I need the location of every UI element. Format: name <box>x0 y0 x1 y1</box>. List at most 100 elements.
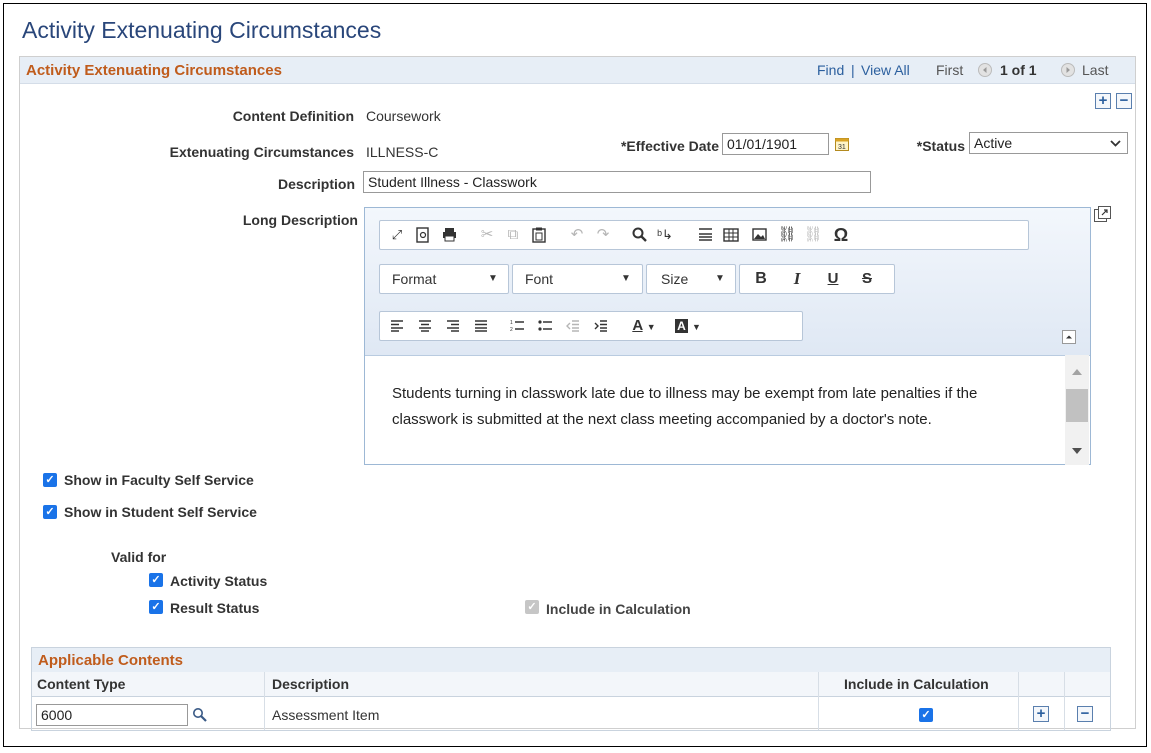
expand-icon[interactable] <box>1094 206 1111 223</box>
result-status-label: Result Status <box>170 600 260 616</box>
justify-icon[interactable] <box>468 312 494 340</box>
toolbar-row-3: 12 A ▼ A ▼ <box>379 311 803 341</box>
table-icon[interactable] <box>718 221 744 249</box>
status-label: *Status <box>916 138 965 154</box>
strikethrough-icon[interactable]: S <box>854 265 880 293</box>
background-color-icon[interactable]: A ▼ <box>668 312 708 340</box>
next-arrow-icon[interactable] <box>1061 63 1075 77</box>
bulleted-list-icon[interactable] <box>532 312 558 340</box>
description-label: Description <box>277 176 355 192</box>
italic-icon[interactable]: I <box>784 265 810 293</box>
result-status-checkbox[interactable]: ✓ <box>149 600 163 614</box>
add-row-icon[interactable]: + <box>1095 93 1111 109</box>
svg-text:1: 1 <box>510 320 513 326</box>
collapse-toolbar-icon[interactable] <box>1062 330 1076 344</box>
row-include-calculation-checkbox[interactable]: ✓ <box>919 708 933 722</box>
faculty-self-service-label: Show in Faculty Self Service <box>64 472 254 488</box>
align-center-icon[interactable] <box>412 312 438 340</box>
svg-text:2: 2 <box>510 327 513 332</box>
nav-separator: | <box>851 62 855 78</box>
text-style-group: B I U S <box>739 264 895 294</box>
view-all-link[interactable]: View All <box>861 62 910 78</box>
column-header-description[interactable]: Description <box>272 676 349 692</box>
editor-scrollbar[interactable] <box>1065 355 1089 465</box>
long-description-editor[interactable]: ⤢ ✂ ⧉ ↶ ↷ ᵇ↳ ⛓ ⛓ Ω Format ▼ Font ▼ Size … <box>364 207 1091 465</box>
grid-title-bar: Applicable Contents <box>32 648 1110 672</box>
align-left-icon[interactable] <box>384 312 410 340</box>
valid-for-label: Valid for <box>111 549 167 565</box>
bold-icon[interactable]: B <box>748 265 774 293</box>
link-icon[interactable]: ⛓ <box>774 221 800 249</box>
svg-text:31: 31 <box>838 144 846 151</box>
find-link[interactable]: Find <box>817 62 844 78</box>
editor-toolbar: ⤢ ✂ ⧉ ↶ ↷ ᵇ↳ ⛓ ⛓ Ω Format ▼ Font ▼ Size … <box>365 208 1090 356</box>
remove-row-icon[interactable]: − <box>1116 93 1132 109</box>
size-label: Size <box>661 271 689 287</box>
image-icon[interactable] <box>746 221 772 249</box>
print-icon[interactable] <box>436 221 462 249</box>
calendar-icon[interactable]: 31 <box>835 136 849 151</box>
preview-icon[interactable] <box>410 221 436 249</box>
undo-icon[interactable]: ↶ <box>564 221 590 249</box>
column-header-include-calculation[interactable]: Include in Calculation <box>844 676 989 692</box>
applicable-contents-grid: Applicable Contents Content Type Descrip… <box>31 647 1111 731</box>
cut-icon[interactable]: ✂ <box>474 221 500 249</box>
long-description-label: Long Description <box>242 212 358 228</box>
search-icon[interactable] <box>192 707 207 722</box>
size-combo[interactable]: Size ▼ <box>646 264 736 294</box>
first-link[interactable]: First <box>936 62 963 78</box>
activity-status-label: Activity Status <box>170 573 268 589</box>
grid-remove-row-icon[interactable]: − <box>1077 706 1093 722</box>
record-position: 1 of 1 <box>1000 62 1037 78</box>
grid-header: Content Type Description Include in Calc… <box>32 672 1110 697</box>
font-combo[interactable]: Font ▼ <box>512 264 643 294</box>
status-select[interactable]: Active <box>969 132 1128 154</box>
numbered-list-icon[interactable]: 12 <box>504 312 530 340</box>
row-description: Assessment Item <box>272 707 380 723</box>
include-calculation-checkbox: ✓ <box>525 600 539 614</box>
chevron-down-icon: ▼ <box>715 273 725 284</box>
student-self-service-label: Show in Student Self Service <box>64 504 257 520</box>
last-link[interactable]: Last <box>1082 62 1108 78</box>
activity-status-checkbox[interactable]: ✓ <box>149 573 163 587</box>
effective-date-input[interactable]: 01/01/1901 <box>722 133 829 155</box>
grid-add-row-icon[interactable]: + <box>1033 706 1049 722</box>
student-self-service-checkbox[interactable]: ✓ <box>43 505 57 519</box>
toolbar-row-1: ⤢ ✂ ⧉ ↶ ↷ ᵇ↳ ⛓ ⛓ Ω <box>379 220 1029 250</box>
include-calculation-label: Include in Calculation <box>546 601 691 617</box>
effective-date-label: *Effective Date <box>620 138 719 154</box>
editor-content[interactable]: Students turning in classwork late due t… <box>392 381 1042 433</box>
align-right-icon[interactable] <box>440 312 466 340</box>
page-title: Activity Extenuating Circumstances <box>22 17 382 43</box>
format-combo[interactable]: Format ▼ <box>379 264 509 294</box>
outdent-icon[interactable] <box>560 312 586 340</box>
panel-header: Activity Extenuating Circumstances Find … <box>20 57 1135 84</box>
unlink-icon[interactable]: ⛓ <box>800 221 826 249</box>
column-header-content-type[interactable]: Content Type <box>37 676 125 692</box>
chevron-down-icon: ▼ <box>488 273 498 284</box>
horizontal-rule-icon[interactable] <box>692 221 718 249</box>
underline-icon[interactable]: U <box>820 265 846 293</box>
format-label: Format <box>392 271 437 287</box>
special-char-icon[interactable]: Ω <box>828 221 854 249</box>
table-row: 6000 Assessment Item ✓ + − <box>32 697 1110 730</box>
copy-icon[interactable]: ⧉ <box>500 221 526 249</box>
paste-icon[interactable] <box>526 221 552 249</box>
content-definition-label: Content Definition <box>232 108 354 124</box>
redo-icon[interactable]: ↷ <box>590 221 616 249</box>
maximize-icon[interactable]: ⤢ <box>384 221 410 249</box>
indent-icon[interactable] <box>588 312 614 340</box>
find-icon[interactable] <box>626 221 652 249</box>
chevron-down-icon: ▼ <box>621 273 631 284</box>
faculty-self-service-checkbox[interactable]: ✓ <box>43 473 57 487</box>
replace-icon[interactable]: ᵇ↳ <box>652 221 678 249</box>
extenuating-value: ILLNESS-C <box>366 144 439 160</box>
extenuating-label: Extenuating Circumstances <box>169 144 354 160</box>
grid-title: Applicable Contents <box>38 652 184 669</box>
description-input[interactable]: Student Illness - Classwork <box>363 171 871 193</box>
chevron-down-icon <box>1110 140 1121 147</box>
prev-arrow-icon[interactable] <box>978 63 992 77</box>
content-type-input[interactable]: 6000 <box>36 704 188 726</box>
text-color-icon[interactable]: A ▼ <box>624 312 664 340</box>
font-label: Font <box>525 271 554 287</box>
